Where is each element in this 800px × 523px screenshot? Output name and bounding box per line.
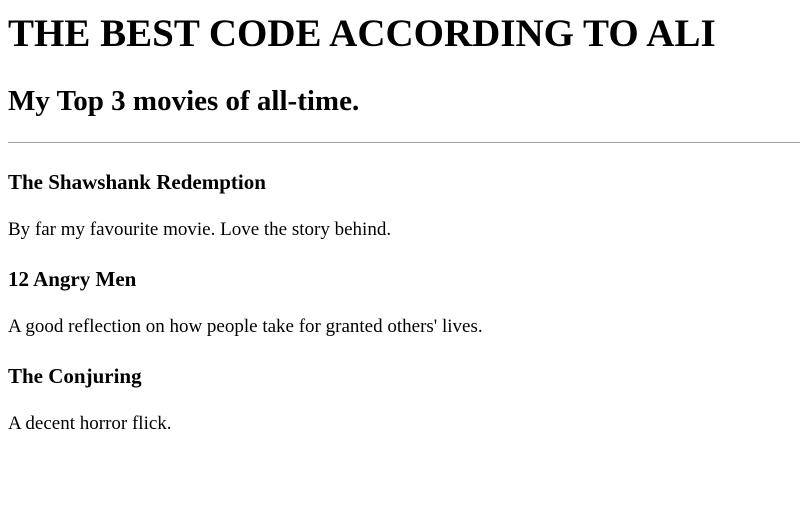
movie-title-3: The Conjuring xyxy=(8,364,142,388)
divider xyxy=(8,142,800,143)
movie-title-1: The Shawshank Redemption xyxy=(8,170,266,194)
page-title: THE BEST CODE ACCORDING TO ALI xyxy=(8,12,716,55)
movie-description-3: A decent horror flick. xyxy=(8,413,172,434)
page-subtitle: My Top 3 movies of all-time. xyxy=(8,85,360,117)
movie-title-2: 12 Angry Men xyxy=(8,267,137,291)
movie-description-2: A good reflection on how people take for… xyxy=(8,316,483,337)
movie-description-1: By far my favourite movie. Love the stor… xyxy=(8,219,392,240)
